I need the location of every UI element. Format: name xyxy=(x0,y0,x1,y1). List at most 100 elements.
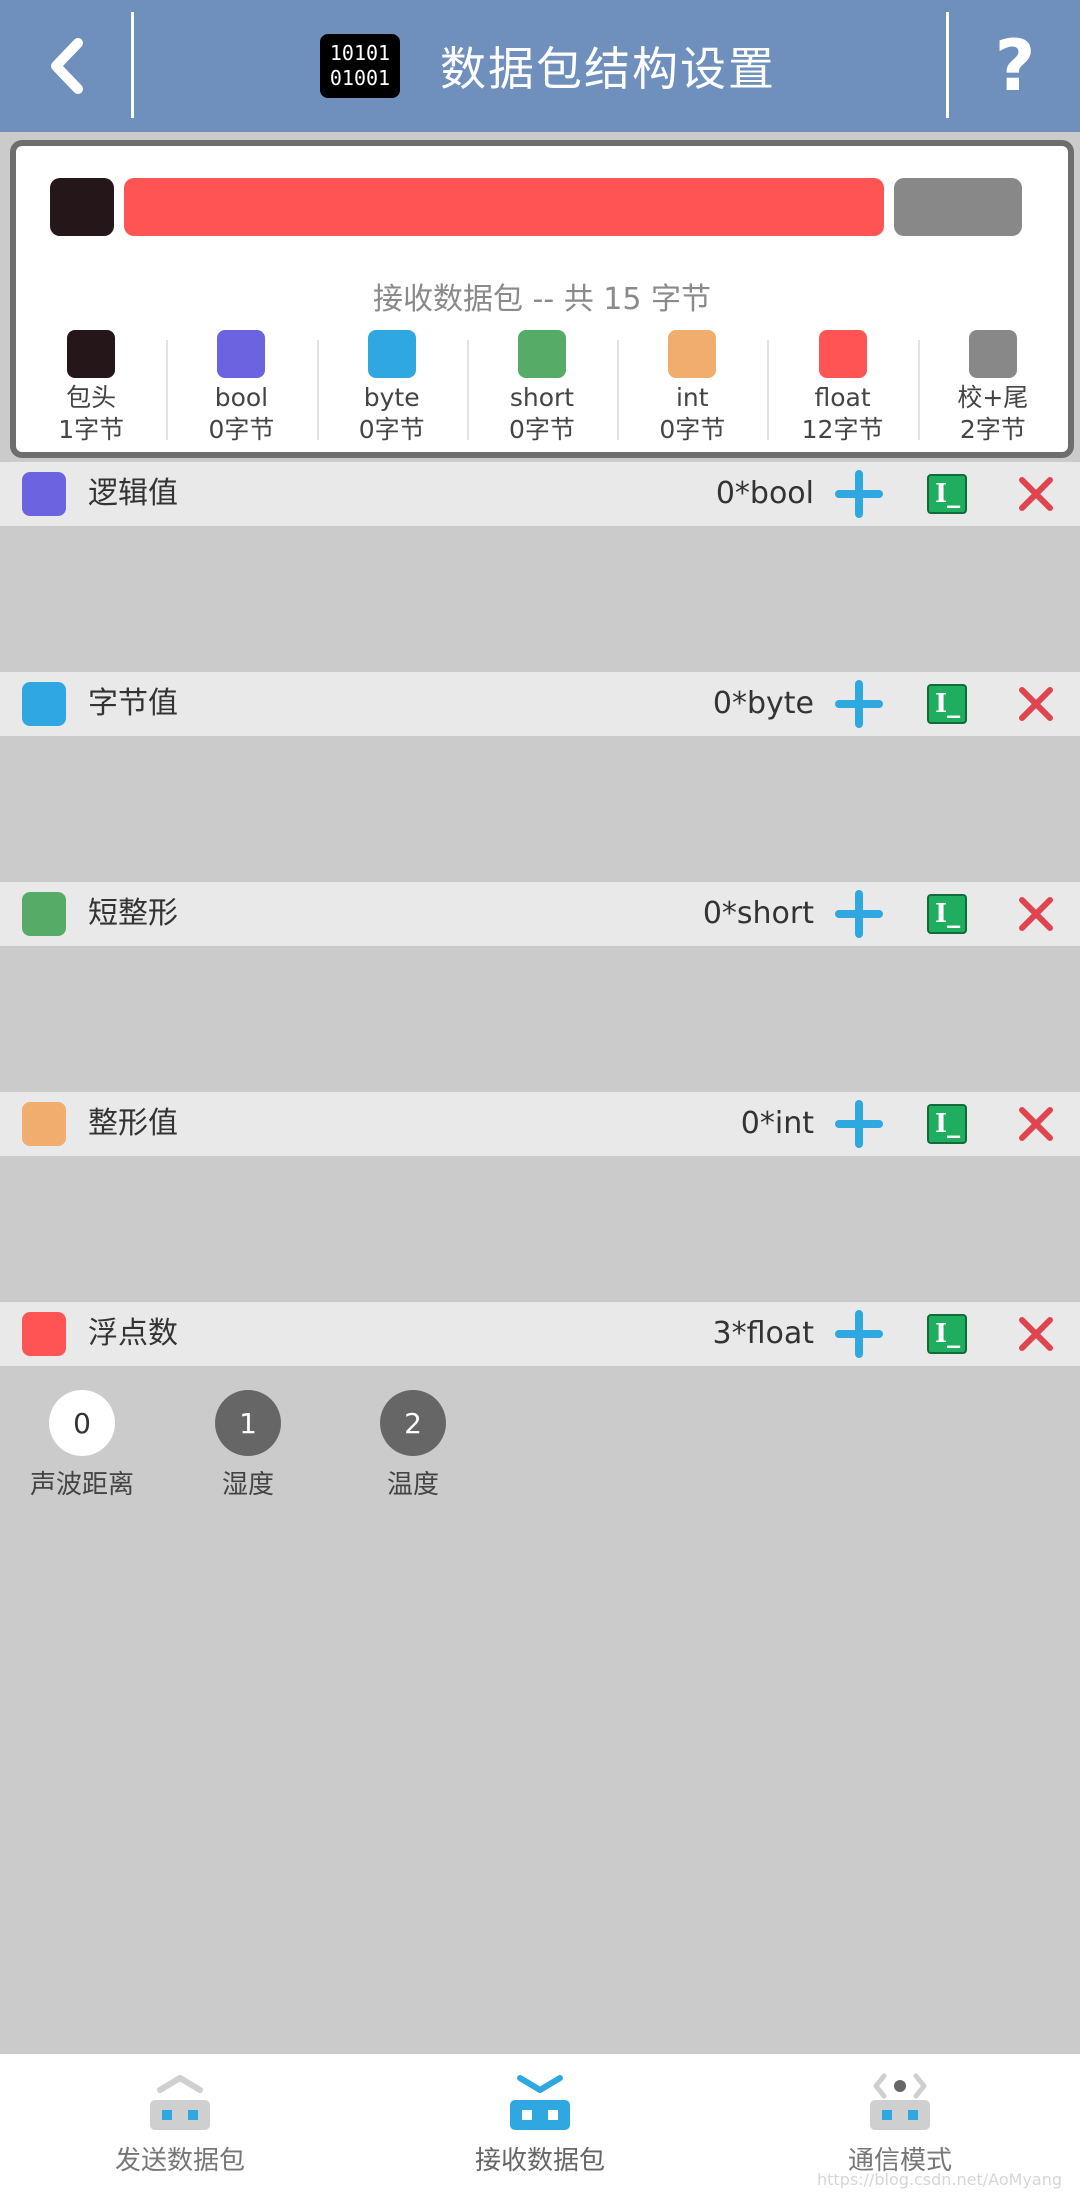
section-count: 0*int xyxy=(740,1106,814,1141)
plus-icon xyxy=(835,890,883,938)
legend-swatch xyxy=(367,330,416,378)
add-variable-button[interactable] xyxy=(835,1310,883,1358)
bar-segment-header xyxy=(50,178,114,236)
legend-swatch xyxy=(668,330,717,378)
nav-label: 接收数据包 xyxy=(474,2146,605,2176)
section-header-short: 短整形 0*short I_ xyxy=(0,882,1080,946)
header-divider-left xyxy=(131,12,134,118)
plus-icon xyxy=(835,470,883,518)
help-icon: ? xyxy=(994,25,1036,107)
legend-bytes: 1字节 xyxy=(58,415,125,444)
section-count: 0*short xyxy=(702,896,814,931)
text-edit-icon: I_ xyxy=(927,474,967,514)
add-variable-button[interactable] xyxy=(835,1100,883,1148)
close-icon xyxy=(1019,1107,1053,1141)
edit-variable-button[interactable]: I_ xyxy=(923,890,971,938)
chip-index: 1 xyxy=(215,1390,281,1456)
section-title: 逻辑值 xyxy=(88,476,178,511)
add-variable-button[interactable] xyxy=(835,680,883,728)
section-count: 3*float xyxy=(712,1316,814,1351)
help-button[interactable]: ? xyxy=(950,0,1080,132)
legend-item-checksum-tail: 校+尾 2字节 xyxy=(917,330,1068,446)
binary-icon-line: 01001 xyxy=(329,66,391,90)
binary-icon: 10101 01001 xyxy=(320,34,400,98)
chip-index: 2 xyxy=(380,1390,446,1456)
section-title: 整形值 xyxy=(88,1106,178,1141)
plus-icon xyxy=(835,1310,883,1358)
section-header-bool: 逻辑值 0*bool I_ xyxy=(0,462,1080,526)
add-variable-button[interactable] xyxy=(835,470,883,518)
nav-label: 发送数据包 xyxy=(114,2146,245,2176)
section-header-int: 整形值 0*int I_ xyxy=(0,1092,1080,1156)
legend-name: byte xyxy=(363,383,420,412)
delete-variable-button[interactable] xyxy=(1012,890,1060,938)
legend-bytes: 0字节 xyxy=(208,415,275,444)
chip-label: 湿度 xyxy=(221,1470,274,1500)
edit-variable-button[interactable]: I_ xyxy=(923,470,971,518)
legend-name: 包头 xyxy=(66,383,117,412)
legend-bytes: 0字节 xyxy=(659,415,726,444)
text-edit-icon: I_ xyxy=(927,1314,967,1354)
chip-index: 0 xyxy=(49,1390,115,1456)
close-icon xyxy=(1019,1317,1053,1351)
bar-segment-checksum-tail xyxy=(894,178,1022,236)
legend-bytes: 2字节 xyxy=(959,415,1026,444)
legend-item-float: float 12字节 xyxy=(767,330,917,446)
legend-bytes: 12字节 xyxy=(801,415,884,444)
add-variable-button[interactable] xyxy=(835,890,883,938)
legend-swatch xyxy=(818,330,867,378)
delete-variable-button[interactable] xyxy=(1012,680,1060,728)
header-divider-right xyxy=(946,12,949,118)
section-color-swatch xyxy=(22,1102,66,1146)
page-title-group: 10101 01001 数据包结构设置 xyxy=(320,30,776,102)
plus-icon xyxy=(835,1100,883,1148)
packet-summary-panel: 接收数据包 -- 共 15 字节 包头 1字节 bool 0字节 byte 0字… xyxy=(10,140,1074,458)
watermark: https://blog.csdn.net/AoMyang xyxy=(817,2170,1062,2189)
edit-variable-button[interactable]: I_ xyxy=(923,680,971,728)
delete-variable-button[interactable] xyxy=(1012,470,1060,518)
text-edit-icon: I_ xyxy=(927,894,967,934)
chip-label: 声波距离 xyxy=(29,1470,134,1500)
section-color-swatch xyxy=(22,892,66,936)
section-header-float: 浮点数 3*float I_ xyxy=(0,1302,1080,1366)
edit-variable-button[interactable]: I_ xyxy=(923,1310,971,1358)
legend-name: short xyxy=(509,383,575,412)
edit-variable-button[interactable]: I_ xyxy=(923,1100,971,1148)
send-packet-icon xyxy=(150,2075,210,2130)
section-color-swatch xyxy=(22,1312,66,1356)
section-count: 0*byte xyxy=(712,686,814,721)
page-title: 数据包结构设置 xyxy=(440,42,776,96)
legend-swatch xyxy=(217,330,266,378)
legend-name: int xyxy=(675,383,709,412)
legend-name: bool xyxy=(214,383,269,412)
close-icon xyxy=(1019,897,1053,931)
legend-item-header: 包头 1字节 xyxy=(16,330,166,446)
legend-bytes: 0字节 xyxy=(358,415,425,444)
comm-mode-icon xyxy=(870,2073,930,2130)
plus-icon xyxy=(835,680,883,728)
section-header-byte: 字节值 0*byte I_ xyxy=(0,672,1080,736)
section-color-swatch xyxy=(22,472,66,516)
float-variable-chip[interactable]: 2 温度 xyxy=(359,1390,467,1501)
legend-item-short: short 0字节 xyxy=(466,330,617,446)
section-title: 短整形 xyxy=(88,896,178,931)
nav-receive-packet[interactable]: 接收数据包 xyxy=(440,2054,640,2200)
text-edit-icon: I_ xyxy=(927,684,967,724)
delete-variable-button[interactable] xyxy=(1012,1310,1060,1358)
nav-send-packet[interactable]: 发送数据包 xyxy=(80,2054,280,2200)
chip-label: 温度 xyxy=(386,1470,439,1500)
delete-variable-button[interactable] xyxy=(1012,1100,1060,1148)
binary-icon-line: 10101 xyxy=(329,41,391,65)
float-variable-chip[interactable]: 0 声波距离 xyxy=(28,1390,136,1501)
back-button[interactable] xyxy=(0,0,132,132)
close-icon xyxy=(1019,477,1053,511)
float-variable-chip[interactable]: 1 湿度 xyxy=(194,1390,302,1501)
section-title: 字节值 xyxy=(88,686,178,721)
text-edit-icon: I_ xyxy=(927,1104,967,1144)
legend-swatch xyxy=(968,330,1017,378)
packet-summary-caption: 接收数据包 -- 共 15 字节 xyxy=(373,282,711,317)
section-count: 0*bool xyxy=(715,476,814,511)
legend-name: float xyxy=(814,383,871,412)
receive-packet-icon xyxy=(510,2075,570,2130)
bar-segment-float xyxy=(124,178,884,236)
